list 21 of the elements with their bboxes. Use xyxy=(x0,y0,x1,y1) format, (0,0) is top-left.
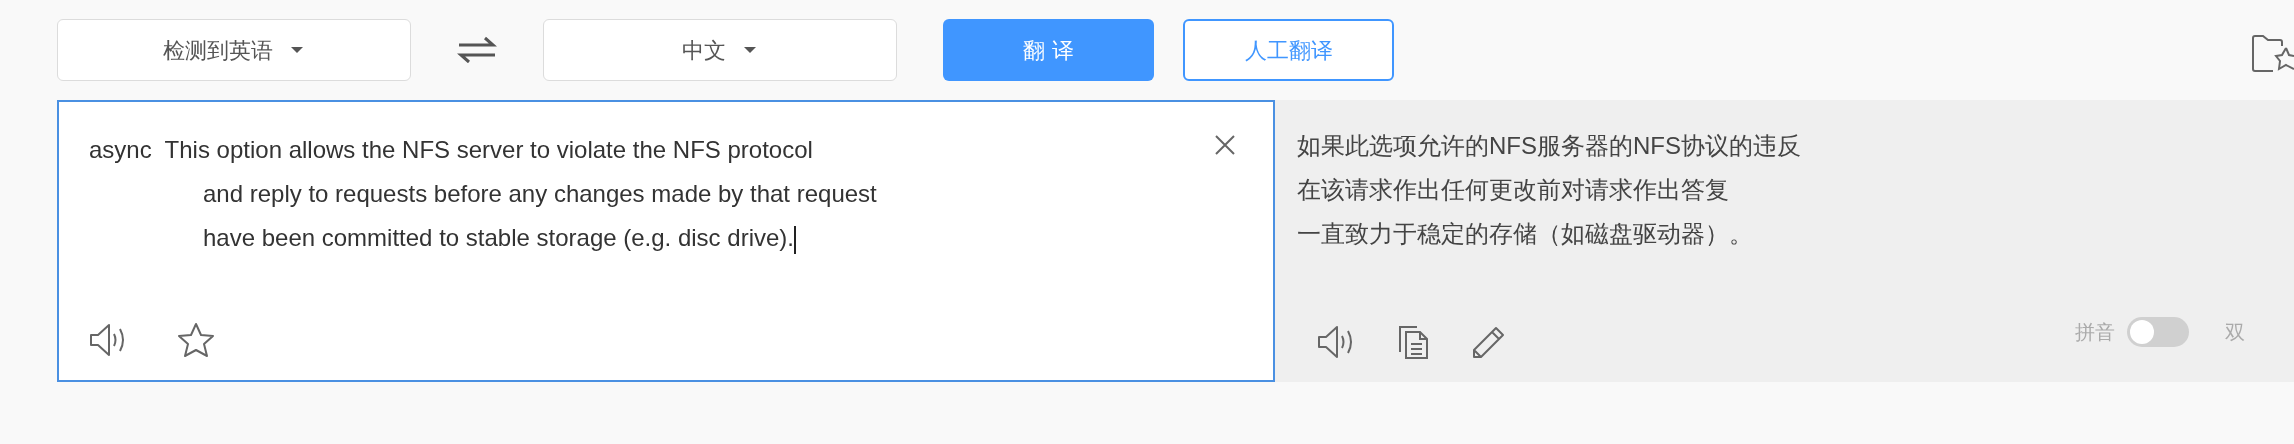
caret-icon xyxy=(289,45,305,55)
source-text-line: async This option allows the NFS server to violate the NFS protocol xyxy=(89,136,813,163)
text-cursor xyxy=(793,225,796,254)
translation-line: 如果此选项允许的NFS服务器的NFS协议的违反 xyxy=(1297,131,1802,161)
close-icon[interactable] xyxy=(1214,134,1236,156)
source-text-line: have been committed to stable storage (e.g. disc drive). xyxy=(203,224,794,251)
source-language-dropdown[interactable]: 检测到英语 xyxy=(57,19,411,81)
copy-icon[interactable] xyxy=(1397,324,1431,360)
pinyin-toggle[interactable] xyxy=(2127,317,2189,347)
caret-icon xyxy=(742,45,758,55)
target-language-dropdown[interactable]: 中文 xyxy=(543,19,897,81)
pencil-icon[interactable] xyxy=(1471,324,1507,360)
swap-icon[interactable] xyxy=(457,35,497,65)
source-text-line: and reply to requests before any changes made by that request xyxy=(203,180,877,207)
bilingual-label: 双 xyxy=(2225,320,2245,345)
folder-star-icon[interactable] xyxy=(2251,34,2294,74)
source-text-panel[interactable]: async This option allows the NFS server to violate the NFS protocol and reply to requests before any changes made by that request have been committed to stable storage (e.g. disc drive). xyxy=(57,100,1275,382)
pinyin-label: 拼音 xyxy=(2075,320,2115,345)
star-icon[interactable] xyxy=(177,322,215,358)
translation-line: 在该请求作出任何更改前对请求作出答复 xyxy=(1297,175,1730,205)
translation-line: 一直致力于稳定的存储（如磁盘驱动器）。 xyxy=(1297,219,1754,249)
